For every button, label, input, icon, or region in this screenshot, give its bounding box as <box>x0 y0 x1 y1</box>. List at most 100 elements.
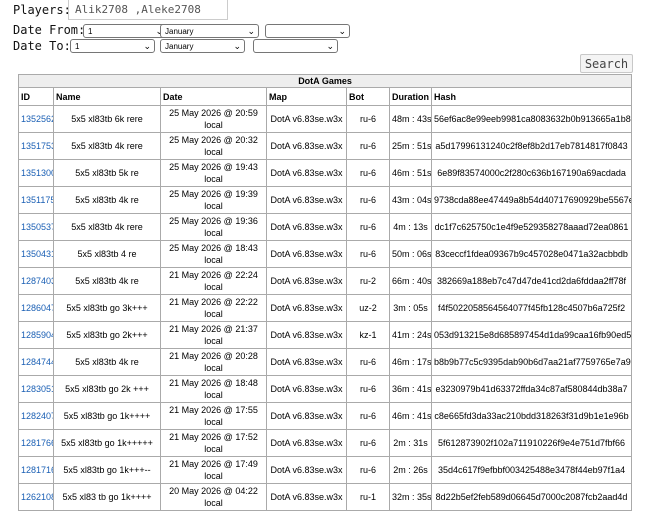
date-to-year-select[interactable]: ⌄ <box>253 39 338 53</box>
game-date: 21 May 2026 @ 18:48 <box>169 378 258 388</box>
date-from-day-select[interactable]: 1 ⌄ <box>83 24 167 38</box>
game-date-cell: 25 May 2026 @ 18:43 local <box>160 240 267 268</box>
game-id-cell: 1281766 <box>18 429 54 457</box>
game-bot-cell: ru-6 <box>346 132 390 160</box>
game-duration-cell: 2m : 31s <box>389 429 432 457</box>
game-map-cell: DotA v6.83se.w3x <box>266 213 347 241</box>
game-bot-cell: ru-2 <box>346 267 390 295</box>
game-id-cell: 1350431 <box>18 240 54 268</box>
game-name-cell: 5x5 xl83tb go 1k+++-- <box>53 456 161 484</box>
game-id-link[interactable]: 1350431 <box>21 249 53 259</box>
table-row: 1285904 5x5 xl83tb go 2k+++ 21 May 2026 @ … <box>18 321 633 349</box>
game-date-cell: 21 May 2026 @ 17:49 local <box>160 456 267 484</box>
game-id-cell: 1350537 <box>18 213 54 241</box>
table-row: 1350431 5x5 xl83tb 4 re 25 May 2026 @ 18:4… <box>18 240 633 268</box>
game-id-link[interactable]: 1281716 <box>21 465 53 475</box>
game-name-cell: 5x5 xl83tb 4k re <box>53 186 161 214</box>
game-date: 25 May 2026 @ 19:43 <box>169 162 258 172</box>
game-id-cell: 1281716 <box>18 456 54 484</box>
game-id-link[interactable]: 1287403 <box>21 276 53 286</box>
chevron-down-icon: ⌄ <box>326 41 334 51</box>
game-duration-cell: 32m : 35s <box>389 483 432 511</box>
game-date: 25 May 2026 @ 20:59 <box>169 108 258 118</box>
table-row: 1282407 5x5 xl83tb go 1k++++ 21 May 2026 @… <box>18 402 633 430</box>
table-row: 1286047 5x5 xl83tb go 3k+++ 21 May 2026 @ … <box>18 294 633 322</box>
table-row: 1287403 5x5 xl83tb 4k re 21 May 2026 @ 22:… <box>18 267 633 295</box>
players-field[interactable]: Alik2708 ,Aleke2708 <box>68 0 228 20</box>
game-id-link[interactable]: 1262108 <box>21 492 53 502</box>
date-from-month-select[interactable]: January ⌄ <box>160 24 259 38</box>
chevron-down-icon: ⌄ <box>143 41 151 51</box>
game-id-link[interactable]: 1351753 <box>21 141 53 151</box>
game-bot-cell: ru-6 <box>346 429 390 457</box>
date-from-label: Date From: <box>13 23 86 37</box>
game-hash-cell: 56ef6ac8e99eeb9981ca8083632b0b913665a1b8 <box>430 105 633 133</box>
game-name-cell: 5x5 xl83tb 4 re <box>53 240 161 268</box>
game-map-cell: DotA v6.83se.w3x <box>266 132 347 160</box>
date-to-month-select[interactable]: January ⌄ <box>160 39 245 53</box>
date-to-label: Date To: <box>13 39 71 53</box>
game-hash-cell: dc1f7c625750c1e4f9e529358278aaad72ea0861 <box>430 213 633 241</box>
game-hash-cell: a5d17996131240c2f8ef8b2d17eb7814817f0843 <box>430 132 633 160</box>
game-hash-cell: 35d4c617f9efbbf003425488e3478f44eb97f1a4 <box>430 456 633 484</box>
game-date: 21 May 2026 @ 22:22 <box>169 297 258 307</box>
game-id-link[interactable]: 1283051 <box>21 384 53 394</box>
game-timezone: local <box>204 444 223 454</box>
game-duration-cell: 46m : 17s <box>389 348 432 376</box>
game-date: 21 May 2026 @ 20:28 <box>169 351 258 361</box>
game-name-cell: 5x5 xl83tb 5k re <box>53 159 161 187</box>
game-id-link[interactable]: 1351175 <box>21 195 53 205</box>
game-hash-cell: 382669a188eb7c47d47de41cd2da6fddaa2ff78f <box>430 267 633 295</box>
game-id-cell: 1351753 <box>18 132 54 160</box>
game-bot-cell: kz-1 <box>346 321 390 349</box>
table-header-row: ID Name Date Map Bot Duration Hash <box>18 87 633 106</box>
game-map-cell: DotA v6.83se.w3x <box>266 348 347 376</box>
game-id-link[interactable]: 1352562 <box>21 114 53 124</box>
table-row: 1350537 5x5 xl83tb 4k rere 25 May 2026 @ 1… <box>18 213 633 241</box>
game-hash-cell: b8b9b77c5c9395dab90b6d7aa21af7759765e7a9 <box>430 348 633 376</box>
game-name-cell: 5x5 xl83tb 4k re <box>53 348 161 376</box>
date-to-day-select[interactable]: 1 ⌄ <box>70 39 155 53</box>
game-id-link[interactable]: 1282407 <box>21 411 53 421</box>
game-timezone: local <box>204 390 223 400</box>
game-hash-cell: 6e89f83574000c2f280c636b167190a69acdada <box>430 159 633 187</box>
game-id-cell: 1286047 <box>18 294 54 322</box>
game-id-cell: 1351300 <box>18 159 54 187</box>
table-row: 1351300 5x5 xl83tb 5k re 25 May 2026 @ 19:… <box>18 159 633 187</box>
game-duration-cell: 48m : 43s <box>389 105 432 133</box>
search-button[interactable]: Search <box>580 54 633 73</box>
game-duration-cell: 25m : 51s <box>389 132 432 160</box>
game-bot-cell: ru-6 <box>346 240 390 268</box>
game-timezone: local <box>204 255 223 265</box>
game-bot-cell: ru-6 <box>346 456 390 484</box>
header-date: Date <box>160 87 267 106</box>
game-id-link[interactable]: 1286047 <box>21 303 53 313</box>
game-id-link[interactable]: 1284744 <box>21 357 53 367</box>
game-name-cell: 5x5 xl83tb go 2k +++ <box>53 375 161 403</box>
game-timezone: local <box>204 147 223 157</box>
header-bot: Bot <box>346 87 390 106</box>
game-duration-cell: 3m : 05s <box>389 294 432 322</box>
date-from-year-select[interactable]: ⌄ <box>265 24 350 38</box>
game-id-link[interactable]: 1350537 <box>21 222 53 232</box>
game-hash-cell: f4f5022058564564077f45fb128c4507b6a725f2 <box>430 294 633 322</box>
game-date: 25 May 2026 @ 19:36 <box>169 216 258 226</box>
game-bot-cell: ru-6 <box>346 213 390 241</box>
game-duration-cell: 41m : 24s <box>389 321 432 349</box>
header-name: Name <box>53 87 161 106</box>
game-map-cell: DotA v6.83se.w3x <box>266 186 347 214</box>
game-id-link[interactable]: 1351300 <box>21 168 53 178</box>
game-name-cell: 5x5 xl83tb go 1k+++++ <box>53 429 161 457</box>
game-bot-cell: ru-6 <box>346 375 390 403</box>
game-timezone: local <box>204 363 223 373</box>
game-date: 21 May 2026 @ 17:55 <box>169 405 258 415</box>
game-duration-cell: 36m : 41s <box>389 375 432 403</box>
game-id-link[interactable]: 1281766 <box>21 438 53 448</box>
game-bot-cell: ru-6 <box>346 105 390 133</box>
game-name-cell: 5x5 xl83tb 6k rere <box>53 105 161 133</box>
game-id-link[interactable]: 1285904 <box>21 330 53 340</box>
game-map-cell: DotA v6.83se.w3x <box>266 159 347 187</box>
game-timezone: local <box>204 282 223 292</box>
header-id: ID <box>18 87 54 106</box>
chevron-down-icon: ⌄ <box>233 41 241 51</box>
